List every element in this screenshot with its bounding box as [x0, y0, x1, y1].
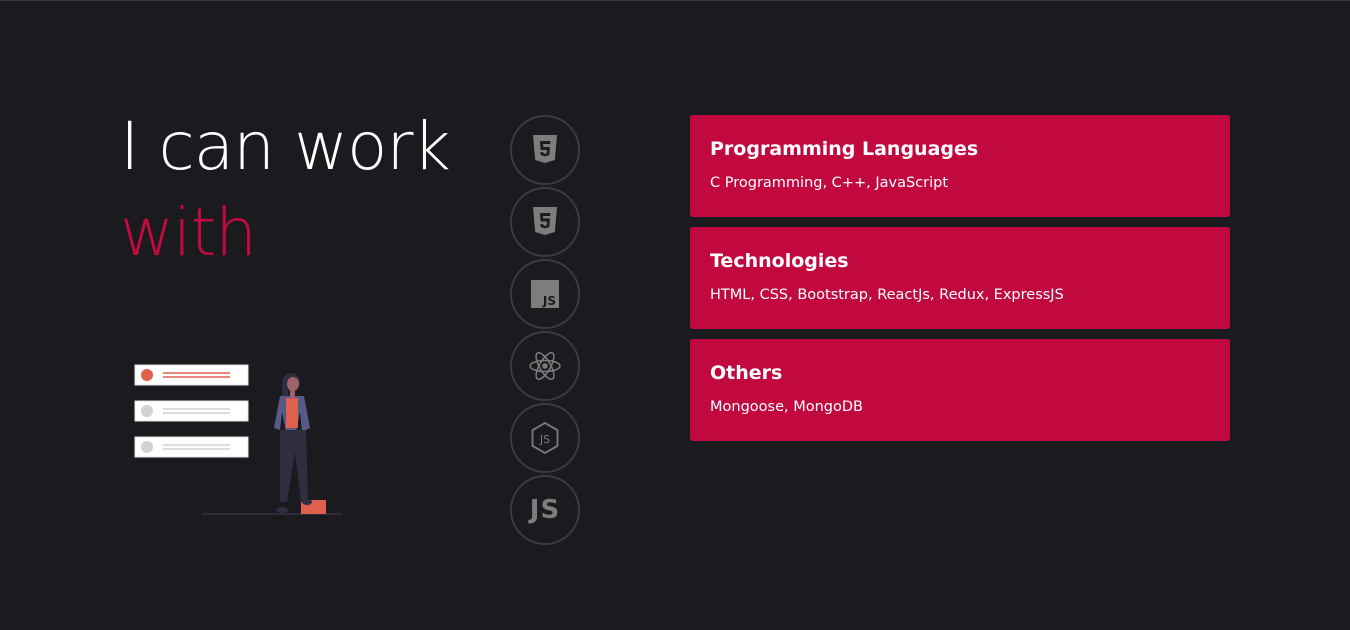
javascript-icon: JS: [510, 259, 580, 329]
svg-text:JS: JS: [542, 294, 556, 308]
skill-card-title: Technologies: [710, 250, 849, 272]
skill-card-text: HTML, CSS, Bootstrap, ReactJs, Redux, Ex…: [710, 287, 1064, 303]
js-text-icon: JS: [510, 475, 580, 545]
top-divider: [0, 0, 1350, 1]
section-heading: I can work with: [120, 104, 451, 276]
checklist-item-active: [134, 364, 249, 386]
skill-card-text: Mongoose, MongoDB: [710, 399, 863, 415]
js-text-label: JS: [529, 495, 561, 525]
css3-icon: [510, 187, 580, 257]
skill-card-programming-languages: Programming Languages C Programming, C++…: [690, 115, 1230, 217]
checklist-illustration: [134, 364, 342, 515]
html5-icon: [510, 115, 580, 185]
skill-card-title: Programming Languages: [710, 138, 979, 160]
skill-card-title: Others: [710, 362, 783, 384]
tech-icon-column: JS JS JS: [510, 115, 580, 547]
checklist-item: [134, 400, 249, 422]
react-icon: [510, 331, 580, 401]
checklist-item: [134, 436, 249, 458]
heading-line-2: with: [120, 194, 257, 271]
person-figure: [274, 373, 312, 513]
skill-card-text: C Programming, C++, JavaScript: [710, 175, 949, 191]
nodejs-icon: JS: [510, 403, 580, 473]
svg-text:JS: JS: [539, 433, 550, 446]
skill-card-technologies: Technologies HTML, CSS, Bootstrap, React…: [690, 227, 1230, 329]
skill-card-others: Others Mongoose, MongoDB: [690, 339, 1230, 441]
heading-line-1: I can work: [120, 108, 451, 185]
skills-list: Programming Languages C Programming, C++…: [690, 115, 1230, 451]
